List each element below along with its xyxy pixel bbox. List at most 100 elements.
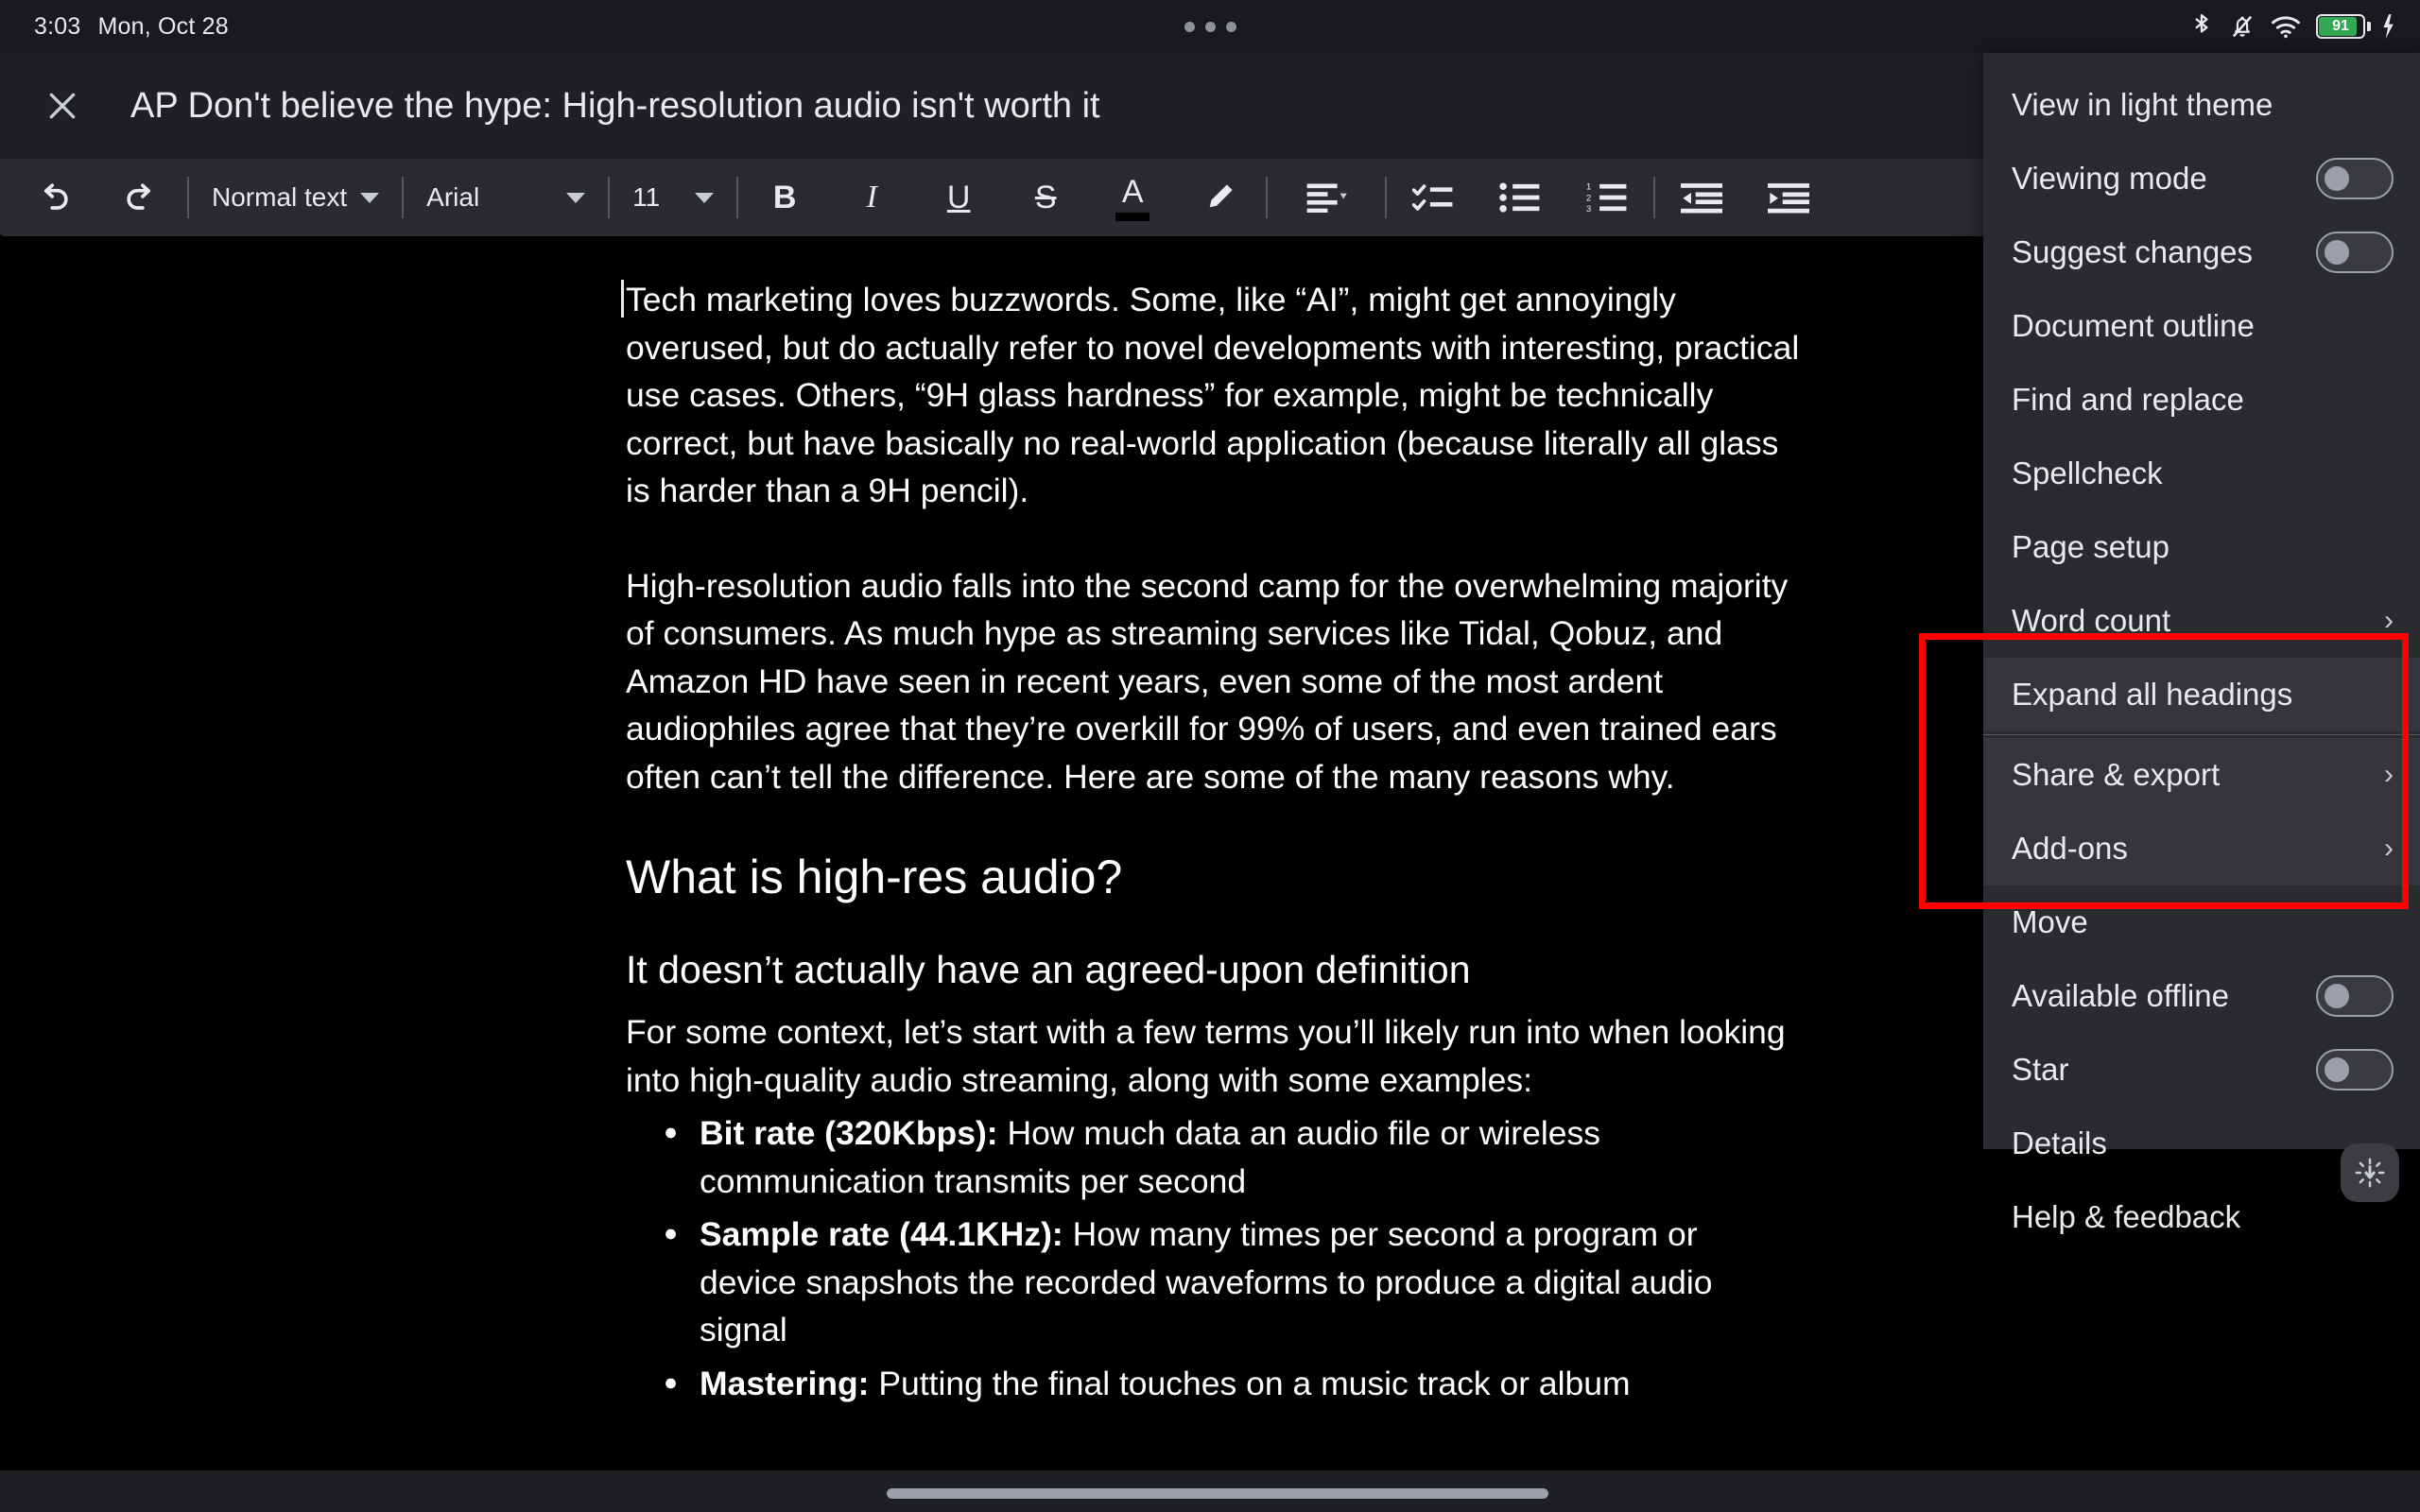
menu-item-label: Details	[2012, 1125, 2107, 1160]
menu-item-label: Document outline	[2012, 308, 2255, 343]
menu-item-label: Spellcheck	[2012, 455, 2163, 490]
redo-button[interactable]	[108, 164, 174, 231]
status-bar-center	[0, 21, 2420, 32]
heading-2[interactable]: It doesn’t actually have an agreed-upon …	[626, 944, 1803, 995]
toggle-switch[interactable]	[2316, 232, 2394, 273]
chevron-down-icon	[360, 192, 380, 203]
status-bar: 3:03 Mon, Oct 28 91	[0, 0, 2420, 53]
menu-item-suggest-changes[interactable]: Suggest changes	[1983, 215, 2420, 289]
text-color-label: A	[1121, 174, 1144, 210]
definitions-list: Bit rate (320Kbps): How much data an aud…	[626, 1108, 1803, 1408]
menu-item-move[interactable]: Move	[1983, 885, 2420, 959]
list-item[interactable]: Sample rate (44.1KHz): How many times pe…	[626, 1210, 1803, 1354]
decrease-indent-button[interactable]	[1668, 164, 1735, 231]
paragraph-style-dropdown[interactable]: Normal text	[202, 169, 389, 226]
list-item-text: Putting the final touches on a music tra…	[869, 1364, 1631, 1402]
menu-item-label: Find and replace	[2012, 382, 2244, 417]
clock-text: 3:03	[34, 12, 81, 40]
wifi-icon	[2271, 14, 2301, 39]
menu-item-label: Suggest changes	[2012, 234, 2254, 269]
menu-item-share-export[interactable]: Share & export ›	[1983, 738, 2420, 812]
bold-button[interactable]: B	[752, 164, 818, 231]
heading-1[interactable]: What is high-res audio?	[626, 848, 1803, 906]
list-item-term: Sample rate (44.1KHz):	[700, 1215, 1063, 1253]
menu-item-spellcheck[interactable]: Spellcheck	[1983, 437, 2420, 510]
chevron-right-icon: ›	[2384, 833, 2394, 864]
menu-item-expand-all-headings[interactable]: Expand all headings	[1983, 658, 2420, 731]
list-item-term: Bit rate (320Kbps):	[700, 1114, 998, 1152]
align-dropdown[interactable]	[1281, 164, 1372, 231]
menu-item-word-count[interactable]: Word count ›	[1983, 584, 2420, 658]
menu-item-label: View in light theme	[2012, 87, 2273, 122]
toggle-knob	[2325, 166, 2349, 191]
text-cursor	[621, 280, 624, 318]
toolbar-divider	[1653, 177, 1656, 218]
menu-item-label: Help & feedback	[2012, 1199, 2241, 1234]
list-item[interactable]: Mastering: Putting the final touches on …	[626, 1359, 1803, 1408]
overflow-menu[interactable]: View in light theme Viewing mode Suggest c…	[1983, 53, 2420, 1234]
numbered-list-icon: 123	[1586, 181, 1627, 214]
menu-item-label: Star	[2012, 1052, 2069, 1087]
font-family-dropdown[interactable]: Arial	[417, 169, 595, 226]
paragraph-1[interactable]: Tech marketing loves buzzwords. Some, li…	[621, 276, 1803, 515]
undo-button[interactable]	[21, 164, 87, 231]
font-size-dropdown[interactable]: 11	[623, 169, 723, 226]
toolbar-divider	[608, 177, 611, 218]
brightness-down-button[interactable]	[2341, 1143, 2399, 1202]
paragraph-3[interactable]: For some context, let’s start with a few…	[626, 1008, 1803, 1104]
text-color-swatch	[1115, 213, 1150, 221]
close-button[interactable]	[34, 77, 91, 134]
svg-text:3: 3	[1586, 203, 1591, 214]
svg-text:1: 1	[1586, 181, 1591, 191]
menu-item-document-outline[interactable]: Document outline	[1983, 289, 2420, 363]
menu-item-find-and-replace[interactable]: Find and replace	[1983, 363, 2420, 437]
menu-item-add-ons[interactable]: Add-ons ›	[1983, 812, 2420, 885]
paragraph-style-label: Normal text	[212, 182, 348, 212]
toolbar-divider	[1266, 177, 1269, 218]
increase-indent-button[interactable]	[1755, 164, 1822, 231]
text-color-button[interactable]: A	[1099, 164, 1166, 231]
toolbar-divider	[736, 177, 739, 218]
paragraph-2[interactable]: High-resolution audio falls into the sec…	[626, 562, 1803, 801]
charging-bolt-icon	[2380, 13, 2395, 40]
menu-item-page-setup[interactable]: Page setup	[1983, 510, 2420, 584]
decrease-indent-icon	[1681, 183, 1723, 214]
horizontal-scrollbar-thumb[interactable]	[887, 1488, 1548, 1499]
status-bar-right: 91	[2189, 12, 2395, 41]
menu-item-label: Expand all headings	[2012, 677, 2293, 712]
bulleted-list-button[interactable]	[1487, 164, 1553, 231]
strikethrough-button[interactable]: S	[1012, 164, 1079, 231]
font-size-label: 11	[632, 182, 661, 212]
bulleted-list-icon	[1499, 182, 1540, 213]
numbered-list-button[interactable]: 123	[1574, 164, 1640, 231]
highlight-pen-icon	[1209, 184, 1233, 208]
menu-item-viewing-mode[interactable]: Viewing mode	[1983, 142, 2420, 215]
list-item-term: Mastering:	[700, 1364, 870, 1402]
bold-label: B	[772, 179, 797, 215]
notifications-muted-icon	[2229, 12, 2256, 41]
menu-item-star[interactable]: Star	[1983, 1033, 2420, 1107]
menu-item-view-in-light-theme[interactable]: View in light theme	[1983, 68, 2420, 142]
chevron-right-icon: ›	[2384, 759, 2394, 790]
increase-indent-icon	[1768, 183, 1810, 214]
italic-button[interactable]: I	[838, 164, 905, 231]
toggle-knob	[2325, 1057, 2349, 1082]
three-dots-indicator-icon	[1184, 21, 1236, 32]
toolbar-divider	[402, 177, 405, 218]
menu-item-label: Viewing mode	[2012, 161, 2207, 196]
date-text: Mon, Oct 28	[97, 12, 229, 40]
document-title[interactable]: AP Don't believe the hype: High-resoluti…	[130, 86, 1100, 127]
chevron-down-icon	[566, 192, 586, 203]
toggle-switch[interactable]	[2316, 975, 2394, 1017]
toggle-switch[interactable]	[2316, 158, 2394, 199]
menu-item-label: Move	[2012, 904, 2088, 939]
highlight-color-button[interactable]	[1186, 164, 1253, 231]
menu-item-label: Add-ons	[2012, 831, 2128, 866]
checklist-button[interactable]	[1400, 164, 1466, 231]
list-item[interactable]: Bit rate (320Kbps): How much data an aud…	[626, 1108, 1803, 1205]
underline-label: U	[946, 179, 971, 215]
align-left-icon	[1306, 183, 1347, 213]
underline-button[interactable]: U	[925, 164, 992, 231]
menu-item-available-offline[interactable]: Available offline	[1983, 959, 2420, 1033]
toggle-switch[interactable]	[2316, 1049, 2394, 1091]
